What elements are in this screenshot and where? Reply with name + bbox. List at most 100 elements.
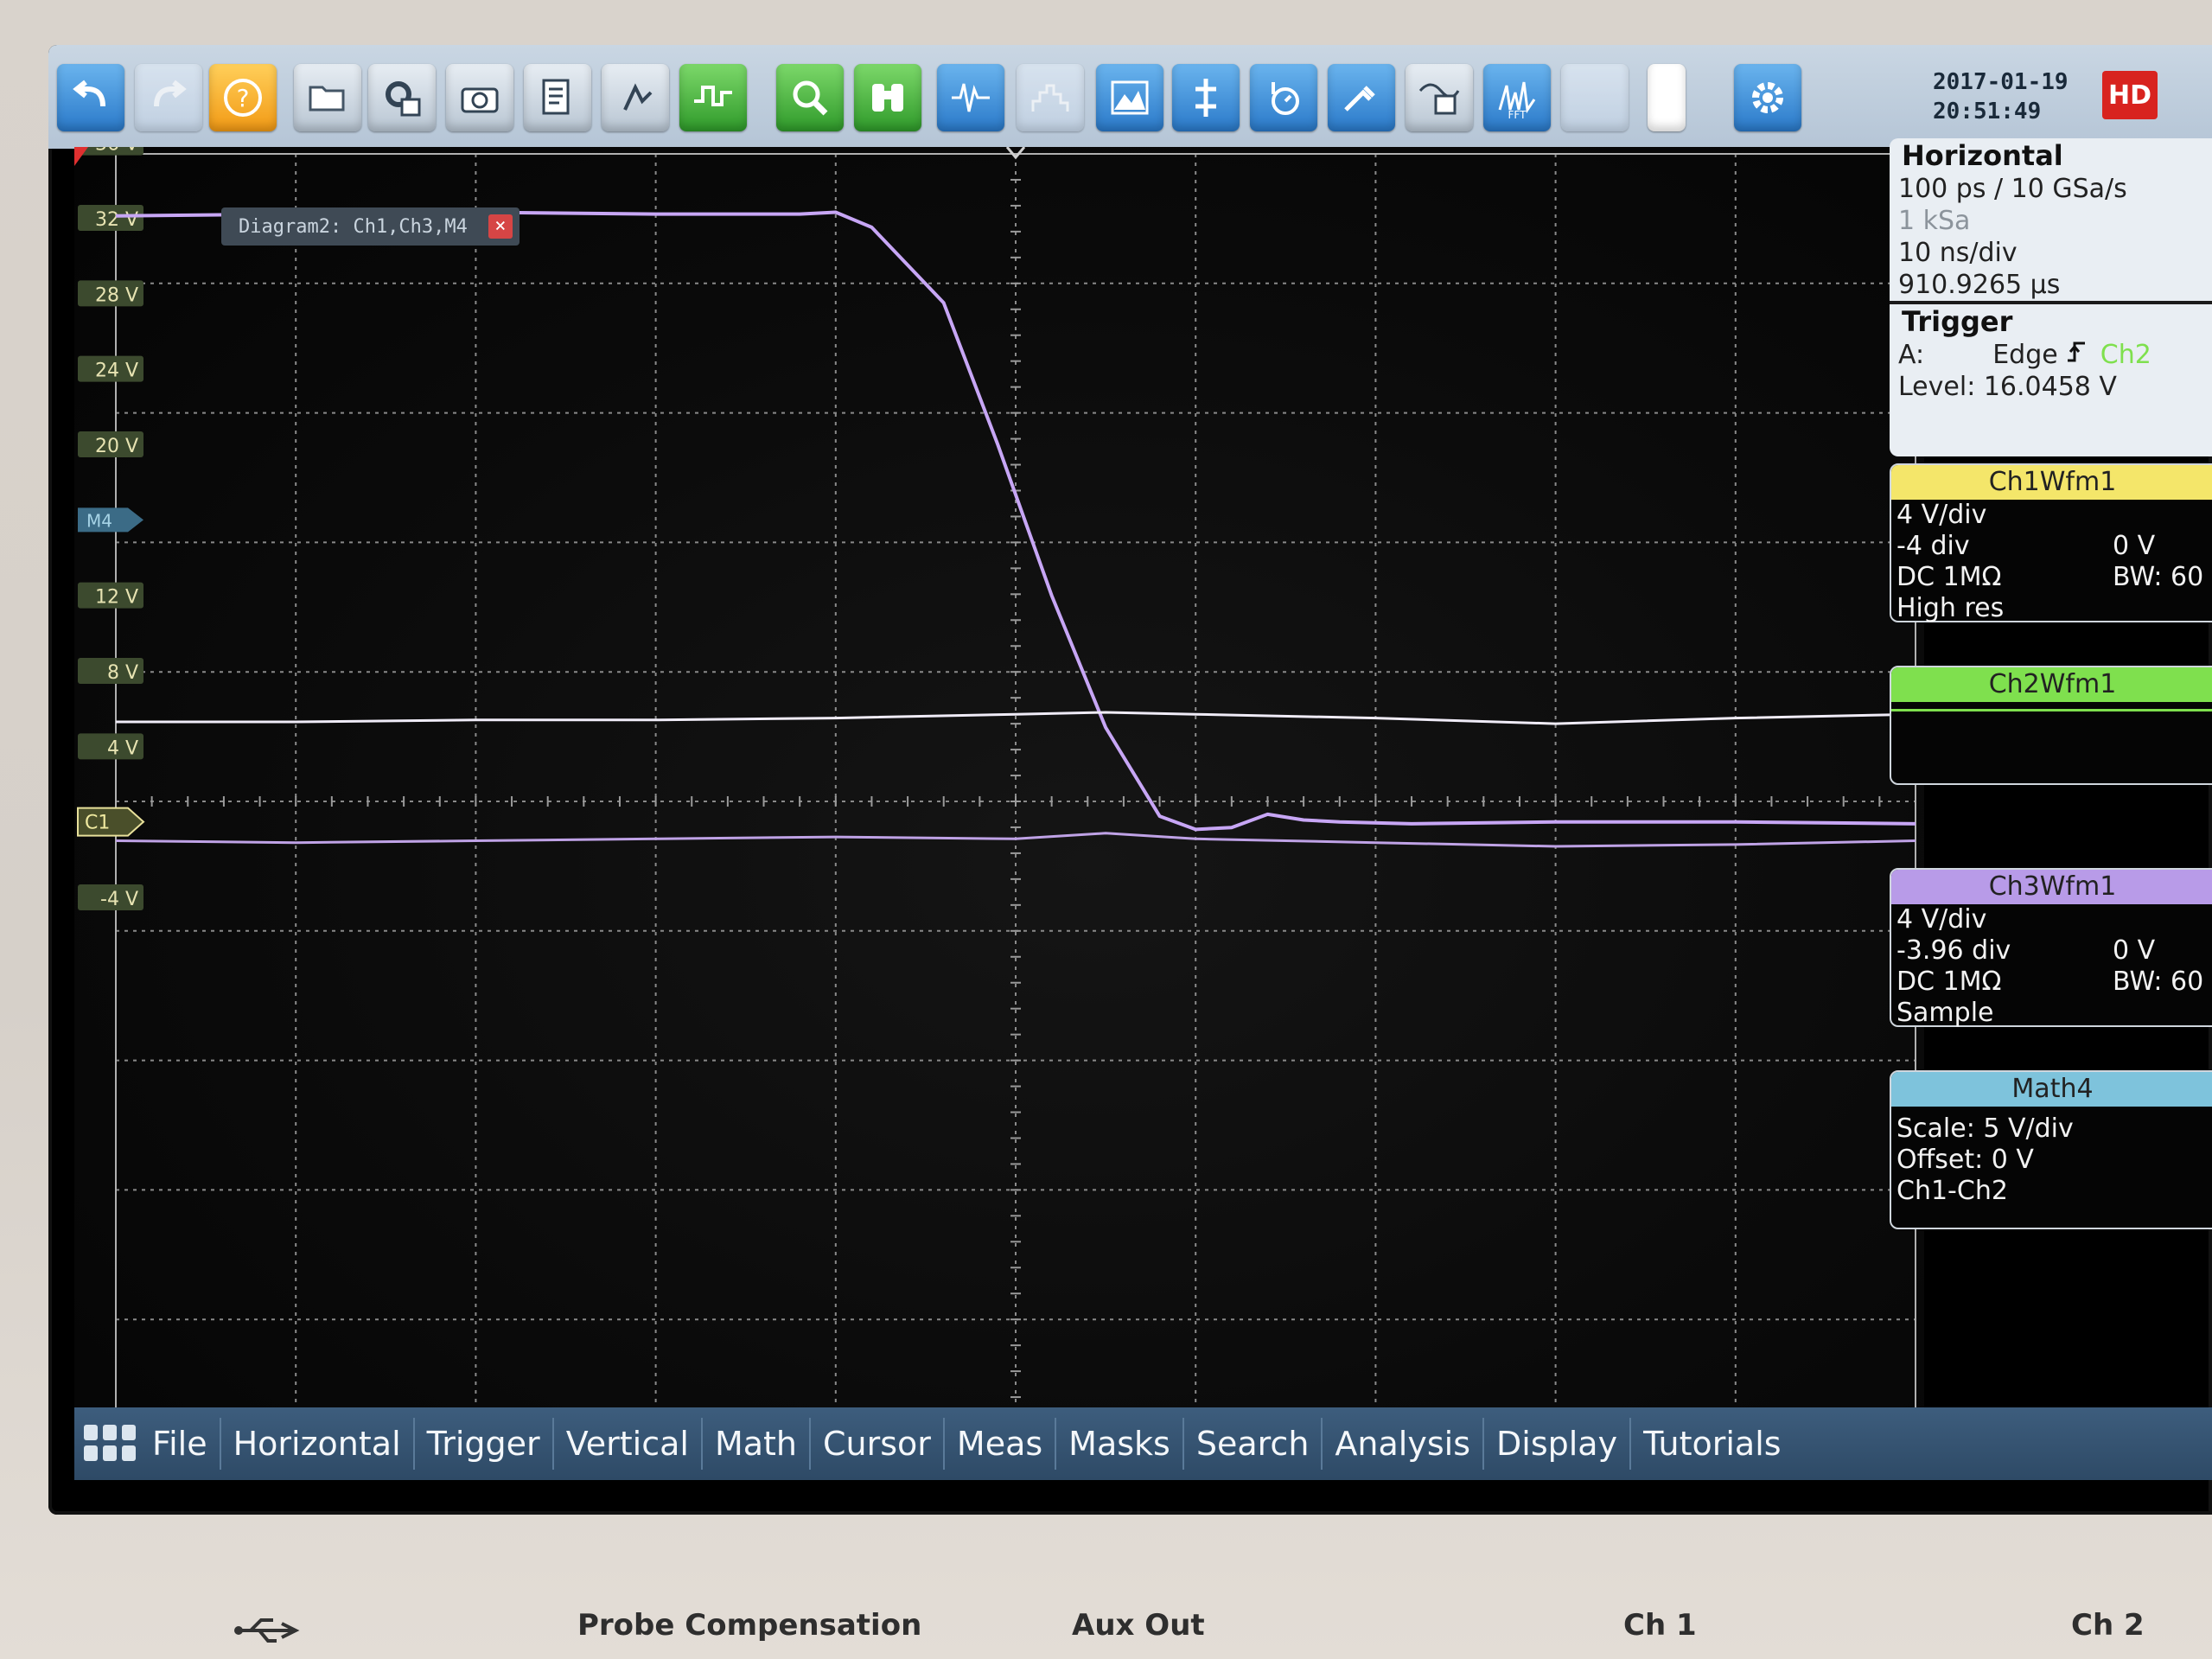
y-tick: 32 V (78, 205, 143, 231)
undo-button[interactable] (57, 64, 124, 131)
cursor-icon (1195, 79, 1216, 117)
y-tick: 4 V (78, 733, 143, 760)
hd-badge[interactable]: HD (2102, 71, 2158, 119)
touch-icon (623, 83, 653, 111)
y-tick-label: 32 V (95, 209, 138, 231)
ch3-scale: 4 V/div (1896, 904, 1987, 935)
white-toggle-button[interactable] (1648, 64, 1686, 131)
camera-icon (461, 87, 499, 113)
m4-marker[interactable]: M4 (78, 507, 143, 533)
m4-marker-label: M4 (86, 510, 112, 531)
menu-tutorials[interactable]: Tutorials (1631, 1418, 1794, 1470)
label-probe-compensation: Probe Compensation (577, 1608, 922, 1643)
ch3-bandwidth: BW: 60 (2113, 967, 2204, 997)
open-folder-icon (309, 86, 345, 112)
horizontal-resolution: 100 ps / 10 GSa/s (1898, 174, 2127, 204)
y-tick-label: 8 V (107, 662, 138, 684)
label-ch1: Ch 1 (1623, 1608, 1697, 1643)
help-button[interactable]: ? (209, 64, 277, 131)
series-trace-1 (115, 210, 1916, 832)
trigger-prefix: A: (1898, 340, 1925, 370)
menu-horizontal[interactable]: Horizontal (221, 1418, 415, 1470)
cursor-button[interactable] (1172, 64, 1240, 131)
diagram-tab-label: Diagram2: Ch1,Ch3,M4 (239, 215, 468, 238)
menu-bar: File Horizontal Trigger Vertical Math Cu… (74, 1407, 2212, 1480)
ch3-offset-row: -3.96 div 0 V (1896, 935, 2212, 967)
ch1-scale: 4 V/div (1896, 500, 1987, 530)
probe-button[interactable] (1328, 64, 1395, 131)
menu-analysis[interactable]: Analysis (1323, 1418, 1484, 1470)
menu-trigger[interactable]: Trigger (415, 1418, 554, 1470)
usb-icon (233, 1615, 303, 1649)
ch3-coupling-row: DC 1MΩ BW: 60 (1896, 967, 2212, 998)
blank-icon (1572, 75, 1617, 120)
diagram-tab[interactable]: Diagram2: Ch1,Ch3,M4 × (221, 207, 520, 246)
close-icon[interactable]: × (488, 214, 513, 239)
ch3-offset-div: -3.96 div (1896, 935, 2011, 966)
ch3-coupling: DC 1MΩ (1896, 967, 2002, 997)
ch2-trace-preview (1891, 709, 2212, 711)
binoculars-button[interactable] (854, 64, 921, 131)
label-aux-out: Aux Out (1072, 1608, 1205, 1643)
gear-button[interactable] (1734, 64, 1801, 131)
c1-marker[interactable]: C1 (77, 807, 145, 837)
histogram-button[interactable] (1017, 64, 1084, 131)
menu-cursor[interactable]: Cursor (811, 1418, 945, 1470)
menu-masks[interactable]: Masks (1056, 1418, 1184, 1470)
touch-button[interactable] (602, 64, 669, 131)
trigger-title[interactable]: Trigger (1890, 304, 2212, 339)
zoom-button[interactable] (776, 64, 844, 131)
histogram-icon (1031, 84, 1069, 112)
menu-file[interactable]: File (140, 1418, 221, 1470)
oscilloscope-screen: ? FFT 2017-01-19 20:51:49 HD 36 V 32 V 28 V… (48, 45, 2212, 1515)
math4-title: Math4 (1891, 1072, 2212, 1107)
fft-button[interactable]: FFT (1483, 64, 1551, 131)
date-text: 2017-01-19 (1933, 69, 2069, 95)
ch3-title: Ch3Wfm1 (1891, 870, 2212, 904)
ch1-offset-v: 0 V (2113, 531, 2156, 561)
ch1-coupling-row: DC 1MΩ BW: 60 (1896, 562, 2212, 593)
y-tick-label: 28 V (95, 284, 138, 306)
y-tick: 24 V (78, 355, 143, 382)
label-ch2: Ch 2 (2071, 1608, 2145, 1643)
redo-button[interactable] (135, 64, 202, 131)
menu-meas[interactable]: Meas (945, 1418, 1057, 1470)
apps-grid-icon[interactable] (80, 1418, 140, 1470)
ch3-panel[interactable]: Ch3Wfm1 4 V/div -3.96 div 0 V DC 1MΩ BW: 6… (1890, 868, 2212, 1028)
horizontal-title: Horizontal (1902, 139, 2063, 172)
ch2-panel[interactable]: Ch2Wfm1 (1890, 666, 2212, 785)
blank-button[interactable] (1561, 64, 1629, 131)
settings-save-button[interactable] (368, 64, 436, 131)
report-button[interactable] (524, 64, 591, 131)
menu-vertical[interactable]: Vertical (554, 1418, 703, 1470)
menu-math[interactable]: Math (703, 1418, 811, 1470)
math4-expression: Ch1-Ch2 (1896, 1176, 2008, 1206)
signal-button[interactable] (679, 64, 747, 131)
y-tick: 20 V (78, 431, 143, 457)
horizontal-panel[interactable]: Horizontal 100 ps / 10 GSa/s 1 kSa 10 ns… (1890, 138, 2212, 456)
menu-display[interactable]: Display (1484, 1418, 1632, 1470)
y-tick-label: 24 V (95, 361, 138, 382)
ch3-offset-v: 0 V (2113, 935, 2156, 966)
math4-panel[interactable]: Math4 Scale: 5 V/div Offset: 0 V Ch1-Ch2 (1890, 1070, 2212, 1229)
measure-button[interactable] (937, 64, 1004, 131)
measure-icon (952, 83, 990, 112)
series-trace-3 (115, 832, 1916, 848)
open-folder-button[interactable] (294, 64, 361, 131)
horizontal-time-scale: 10 ns/div (1898, 238, 2018, 268)
y-tick-label: 36 V (95, 147, 138, 156)
mask-button[interactable] (1406, 64, 1473, 131)
probe-icon (1344, 86, 1375, 112)
timer-icon (1272, 82, 1299, 115)
y-tick: 28 V (78, 280, 143, 307)
datetime: 2017-01-19 20:51:49 (1933, 67, 2069, 126)
report-icon (542, 79, 570, 115)
camera-button[interactable] (446, 64, 513, 131)
waveform-diagram[interactable]: 36 V32 V28 V24 V20 V12 V8 V4 V-4 VM4C110… (74, 147, 1924, 1452)
math4-scale: Scale: 5 V/div (1896, 1113, 2074, 1144)
fft-icon: FFT (1498, 81, 1536, 120)
mountain-button[interactable] (1096, 64, 1163, 131)
timer-button[interactable] (1250, 64, 1317, 131)
menu-search[interactable]: Search (1184, 1418, 1323, 1470)
ch1-panel[interactable]: Ch1Wfm1 4 V/div -4 div 0 V DC 1MΩ BW: 60 H… (1890, 463, 2212, 623)
